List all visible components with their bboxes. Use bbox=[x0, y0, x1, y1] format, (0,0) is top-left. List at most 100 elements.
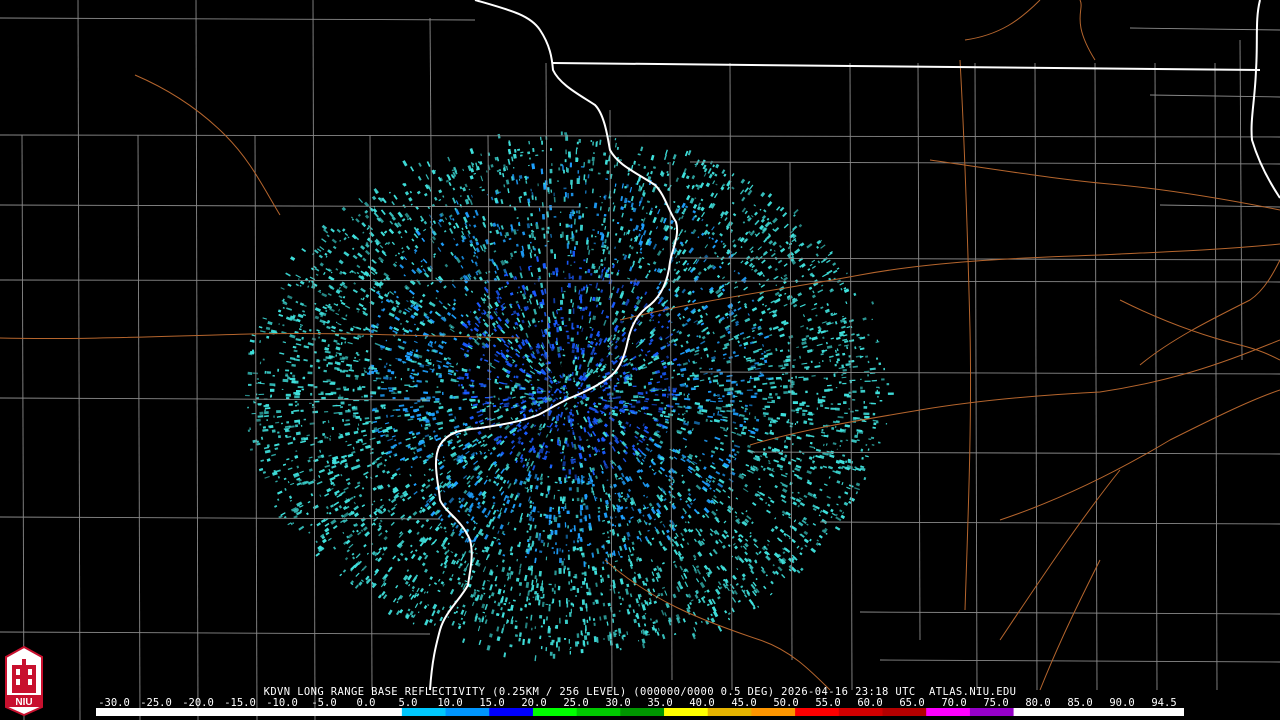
echo-pixel bbox=[806, 405, 810, 408]
echo-pixel bbox=[574, 460, 576, 463]
echo-pixel bbox=[568, 487, 572, 491]
echo-pixel bbox=[865, 355, 869, 358]
echo-pixel bbox=[593, 242, 596, 245]
echo-pixel bbox=[564, 325, 568, 327]
echo-pixel bbox=[633, 395, 639, 399]
echo-pixel bbox=[744, 404, 748, 408]
echo-pixel bbox=[854, 409, 859, 412]
echo-pixel bbox=[576, 487, 579, 493]
echo-pixel bbox=[717, 398, 722, 400]
echo-pixel bbox=[542, 619, 546, 625]
echo-pixel bbox=[542, 593, 545, 599]
echo-pixel bbox=[566, 334, 570, 340]
echo-pixel bbox=[552, 653, 556, 659]
echo-pixel bbox=[683, 393, 685, 396]
echo-pixel bbox=[684, 412, 686, 415]
echo-pixel bbox=[567, 192, 569, 199]
echo-pixel bbox=[588, 616, 591, 621]
echo-pixel bbox=[572, 308, 575, 314]
echo-pixel bbox=[548, 604, 551, 607]
echo-pixel bbox=[569, 529, 573, 533]
echo-pixel bbox=[357, 387, 362, 391]
echo-pixel bbox=[568, 469, 572, 475]
echo-pixel bbox=[585, 207, 588, 209]
echo-pixel bbox=[822, 396, 826, 399]
echo-pixel bbox=[296, 403, 300, 406]
echo-pixel bbox=[749, 404, 753, 407]
echo-pixel bbox=[271, 429, 276, 433]
echo-pixel bbox=[571, 349, 575, 354]
echo-pixel bbox=[563, 290, 566, 293]
echo-pixel bbox=[559, 617, 561, 624]
echo-pixel bbox=[256, 378, 259, 380]
echo-pixel bbox=[611, 392, 614, 396]
echo-pixel bbox=[823, 377, 826, 379]
echo-pixel bbox=[338, 352, 343, 356]
echo-pixel bbox=[266, 335, 270, 339]
echo-pixel bbox=[637, 391, 644, 395]
echo-pixel bbox=[548, 192, 551, 194]
echo-pixel bbox=[432, 396, 436, 399]
echo-pixel bbox=[581, 315, 584, 320]
echo-pixel bbox=[571, 322, 574, 329]
echo-pixel bbox=[763, 415, 766, 417]
echo-pixel bbox=[539, 513, 543, 518]
echo-pixel bbox=[567, 254, 571, 257]
echo-pixel bbox=[573, 540, 576, 544]
echo-pixel bbox=[630, 405, 636, 408]
echo-pixel bbox=[563, 169, 565, 174]
echo-pixel bbox=[557, 180, 559, 182]
echo-pixel bbox=[668, 388, 671, 392]
echo-pixel bbox=[348, 403, 352, 406]
echo-pixel bbox=[599, 196, 601, 198]
echo-pixel bbox=[563, 187, 567, 190]
echo-pixel bbox=[554, 570, 557, 576]
echo-pixel bbox=[654, 393, 659, 396]
echo-pixel bbox=[553, 215, 557, 218]
echo-pixel bbox=[723, 388, 730, 392]
echo-pixel bbox=[497, 408, 500, 411]
echo-pixel bbox=[568, 600, 570, 602]
echo-pixel bbox=[551, 163, 553, 166]
echo-pixel bbox=[307, 383, 314, 387]
echo-pixel bbox=[818, 361, 821, 364]
echo-pixel bbox=[765, 377, 772, 380]
echo-pixel bbox=[538, 570, 542, 577]
echo-pixel bbox=[435, 390, 441, 394]
echo-pixel bbox=[820, 404, 824, 407]
echo-pixel bbox=[570, 224, 573, 229]
echo-pixel bbox=[775, 393, 778, 396]
echo-pixel bbox=[567, 554, 571, 560]
echo-pixel bbox=[568, 317, 571, 321]
echo-pixel bbox=[558, 515, 562, 518]
echo-pixel bbox=[531, 627, 533, 631]
echo-pixel bbox=[548, 606, 551, 612]
echo-pixel bbox=[342, 386, 347, 389]
echo-pixel bbox=[259, 423, 262, 426]
echo-pixel bbox=[551, 639, 555, 643]
echo-pixel bbox=[570, 276, 573, 279]
echo-pixel bbox=[518, 581, 523, 586]
echo-pixel bbox=[345, 409, 351, 413]
echo-pixel bbox=[402, 408, 408, 412]
echo-pixel bbox=[505, 385, 510, 389]
echo-pixel bbox=[554, 583, 556, 588]
echo-pixel bbox=[618, 401, 624, 405]
echo-pixel bbox=[539, 550, 543, 553]
echo-pixel bbox=[781, 373, 785, 375]
echo-pixel bbox=[574, 573, 578, 579]
echo-pixel bbox=[796, 411, 799, 414]
echo-pixel bbox=[557, 489, 560, 492]
echo-pixel bbox=[580, 586, 583, 588]
echo-pixel bbox=[534, 626, 537, 629]
echo-pixel bbox=[310, 392, 313, 396]
radar-map bbox=[0, 0, 1280, 720]
echo-pixel bbox=[860, 378, 862, 380]
echo-pixel bbox=[548, 514, 552, 520]
echo-pixel bbox=[559, 299, 564, 305]
echo-pixel bbox=[835, 407, 840, 411]
echo-pixel bbox=[570, 588, 573, 591]
echo-pixel bbox=[844, 412, 848, 414]
echo-pixel bbox=[568, 581, 570, 585]
echo-pixel bbox=[458, 384, 461, 387]
